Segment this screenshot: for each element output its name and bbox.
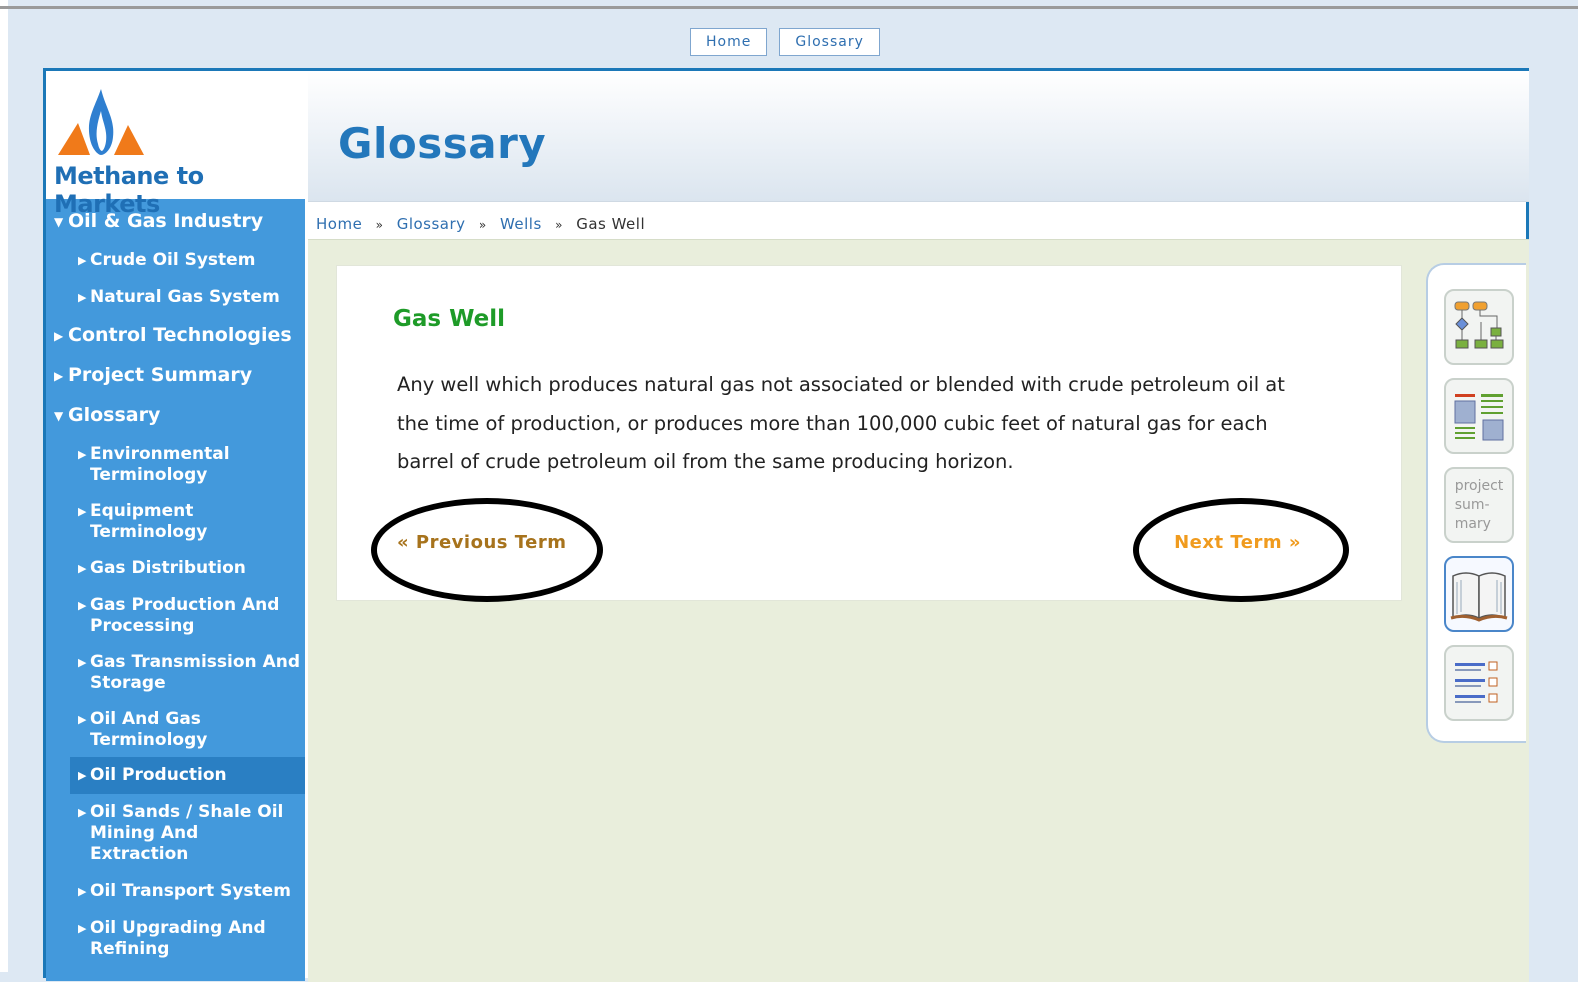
sidebar-item-oil-transport-system[interactable]: ▶ Oil Transport System <box>46 881 305 902</box>
caret-right-icon: ▶ <box>78 254 87 267</box>
sidebar-item-label: Natural Gas System <box>90 287 280 307</box>
sidebar-item-equipment-terminology[interactable]: ▶ Equipment Terminology <box>46 501 305 543</box>
caret-right-icon: ▶ <box>78 562 87 575</box>
book-icon <box>1450 572 1508 622</box>
caret-down-icon: ▼ <box>54 409 64 423</box>
logo[interactable]: Methane to Markets <box>46 71 305 218</box>
project-summary-line: sum- <box>1454 496 1490 513</box>
sidebar-nav: ▼ Oil & Gas Industry ▶ Crude Oil System … <box>46 201 305 960</box>
caret-down-icon: ▼ <box>54 215 64 229</box>
sidebar-item-label: Oil Production <box>90 765 227 785</box>
sidebar-item-label: Control Technologies <box>68 324 292 346</box>
sidebar-item-gas-distribution[interactable]: ▶ Gas Distribution <box>46 558 305 579</box>
sidebar-item-glossary[interactable]: ▼ Glossary <box>46 405 305 426</box>
caret-right-icon: ▶ <box>78 713 87 726</box>
sidebar-item-label: Crude Oil System <box>90 250 256 270</box>
sidebar-item-label: Glossary <box>68 404 161 426</box>
page-frame: Methane to Markets ▼ Oil & Gas Industry … <box>43 68 1529 982</box>
term-card: Gas Well Any well which produces natural… <box>336 265 1402 602</box>
links-list-icon <box>1455 661 1498 703</box>
sidebar-item-oil-production[interactable]: ▶ Oil Production <box>70 757 305 794</box>
top-divider <box>0 6 1578 9</box>
tool-panel: project sum- mary <box>1426 263 1526 743</box>
breadcrumb-home-link[interactable]: Home <box>316 215 362 233</box>
caret-right-icon: ▶ <box>78 656 87 669</box>
document-layout-icon <box>1454 394 1504 441</box>
sidebar-item-label: Oil & Gas Industry <box>68 210 264 232</box>
caret-right-icon: ▶ <box>78 291 87 304</box>
sidebar-item-oil-sands-shale[interactable]: ▶ Oil Sands / Shale Oil Mining And Extra… <box>46 802 305 865</box>
sidebar-item-label: Oil Sands / Shale Oil Mining And Extract… <box>90 802 284 864</box>
top-nav-glossary-link[interactable]: Glossary <box>779 28 880 56</box>
caret-right-icon: ▶ <box>78 885 87 898</box>
breadcrumb-wells-link[interactable]: Wells <box>500 215 542 233</box>
sidebar-item-oil-gas-terminology[interactable]: ▶ Oil And Gas Terminology <box>46 709 305 751</box>
page-header: Glossary <box>308 71 1529 202</box>
highlight-circle-next <box>1133 498 1349 602</box>
caret-right-icon: ▶ <box>54 369 64 383</box>
term-definition: Any well which produces natural gas not … <box>397 373 1285 473</box>
sidebar-item-project-summary[interactable]: ▶ Project Summary <box>46 365 305 386</box>
caret-right-icon: ▶ <box>78 448 87 461</box>
breadcrumb-separator-icon: » <box>478 218 487 232</box>
flowchart-tool-button[interactable] <box>1444 289 1514 365</box>
sidebar-item-label: Equipment Terminology <box>90 501 208 542</box>
flame-logo-icon <box>58 89 144 155</box>
sidebar-item-label: Gas Transmission And Storage <box>90 652 301 693</box>
sidebar-item-environmental-terminology[interactable]: ▶ Environmental Terminology <box>46 444 305 486</box>
top-nav: Home Glossary <box>690 28 880 56</box>
highlight-circle-previous <box>371 498 603 602</box>
term-title: Gas Well <box>393 306 506 332</box>
layout-tool-button[interactable] <box>1444 378 1514 454</box>
project-summary-line: mary <box>1454 515 1491 532</box>
sidebar-item-label: Gas Distribution <box>90 558 246 578</box>
caret-right-icon: ▶ <box>78 769 87 782</box>
caret-right-icon: ▶ <box>78 505 87 518</box>
sidebar-item-label: Oil Transport System <box>90 881 291 901</box>
sidebar-item-label: Gas Production And Processing <box>90 595 280 636</box>
caret-right-icon: ▶ <box>78 599 87 612</box>
breadcrumb: Home » Glossary » Wells » Gas Well <box>316 215 645 233</box>
sidebar-item-oil-gas-industry[interactable]: ▼ Oil & Gas Industry <box>46 211 305 232</box>
sidebar-item-label: Environmental Terminology <box>90 444 230 485</box>
glossary-tool-button[interactable] <box>1444 556 1514 632</box>
breadcrumb-separator-icon: » <box>375 218 384 232</box>
sidebar-item-label: Oil And Gas Terminology <box>90 709 208 750</box>
project-summary-tool-label: project sum- mary <box>1455 477 1504 534</box>
sidebar-item-control-technologies[interactable]: ▶ Control Technologies <box>46 325 305 346</box>
sidebar-item-label: Oil Upgrading And Refining <box>90 918 266 959</box>
sidebar-item-crude-oil-system[interactable]: ▶ Crude Oil System <box>46 250 305 271</box>
links-tool-button[interactable] <box>1444 645 1514 721</box>
breadcrumb-current: Gas Well <box>576 215 646 233</box>
sidebar-item-natural-gas-system[interactable]: ▶ Natural Gas System <box>46 287 305 308</box>
sidebar-item-gas-transmission-storage[interactable]: ▶ Gas Transmission And Storage <box>46 652 305 694</box>
top-nav-home-link[interactable]: Home <box>690 28 768 56</box>
page-title: Glossary <box>338 119 547 168</box>
sidebar-item-oil-upgrading-refining[interactable]: ▶ Oil Upgrading And Refining <box>46 918 305 960</box>
sidebar-item-label: Project Summary <box>68 364 253 386</box>
caret-right-icon: ▶ <box>78 806 87 819</box>
caret-right-icon: ▶ <box>78 922 87 935</box>
flowchart-icon <box>1454 301 1504 349</box>
left-edge <box>0 0 8 972</box>
sidebar-item-gas-production-processing[interactable]: ▶ Gas Production And Processing <box>46 595 305 637</box>
project-summary-tool-button[interactable]: project sum- mary <box>1444 467 1514 543</box>
sidebar: Methane to Markets ▼ Oil & Gas Industry … <box>46 71 305 981</box>
project-summary-line: project <box>1454 477 1504 494</box>
breadcrumb-separator-icon: » <box>555 218 563 232</box>
breadcrumb-glossary-link[interactable]: Glossary <box>397 215 466 233</box>
caret-right-icon: ▶ <box>54 329 64 343</box>
